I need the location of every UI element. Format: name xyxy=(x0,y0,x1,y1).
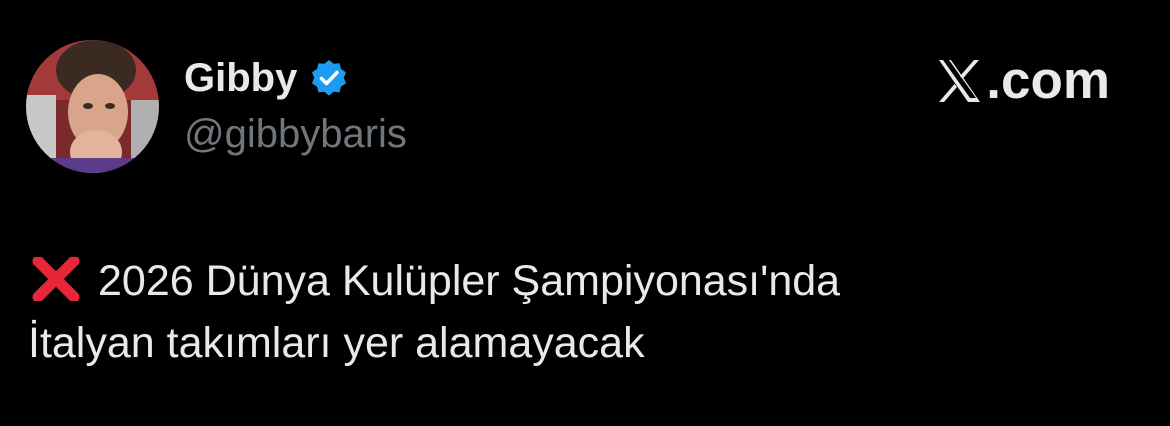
avatar-photo xyxy=(26,40,159,173)
author-handle[interactable]: @gibbybaris xyxy=(184,110,407,158)
tweet-text: 2026 Dünya Kulüpler Şampiyonası'nda İtal… xyxy=(28,250,1138,374)
cross-mark-icon xyxy=(28,257,84,301)
author-name-row[interactable]: Gibby xyxy=(184,54,349,102)
tweet-text-line-1: 2026 Dünya Kulüpler Şampiyonası'nda xyxy=(98,257,841,305)
tweet-text-line-2: İtalyan takımları yer alamayacak xyxy=(28,319,645,367)
display-name[interactable]: Gibby xyxy=(184,54,297,102)
verified-badge-icon xyxy=(312,60,347,96)
brand-logo: .com xyxy=(934,52,1110,110)
x-logo-icon xyxy=(939,60,981,102)
brand-domain: .com xyxy=(986,51,1110,110)
avatar[interactable] xyxy=(26,40,159,173)
